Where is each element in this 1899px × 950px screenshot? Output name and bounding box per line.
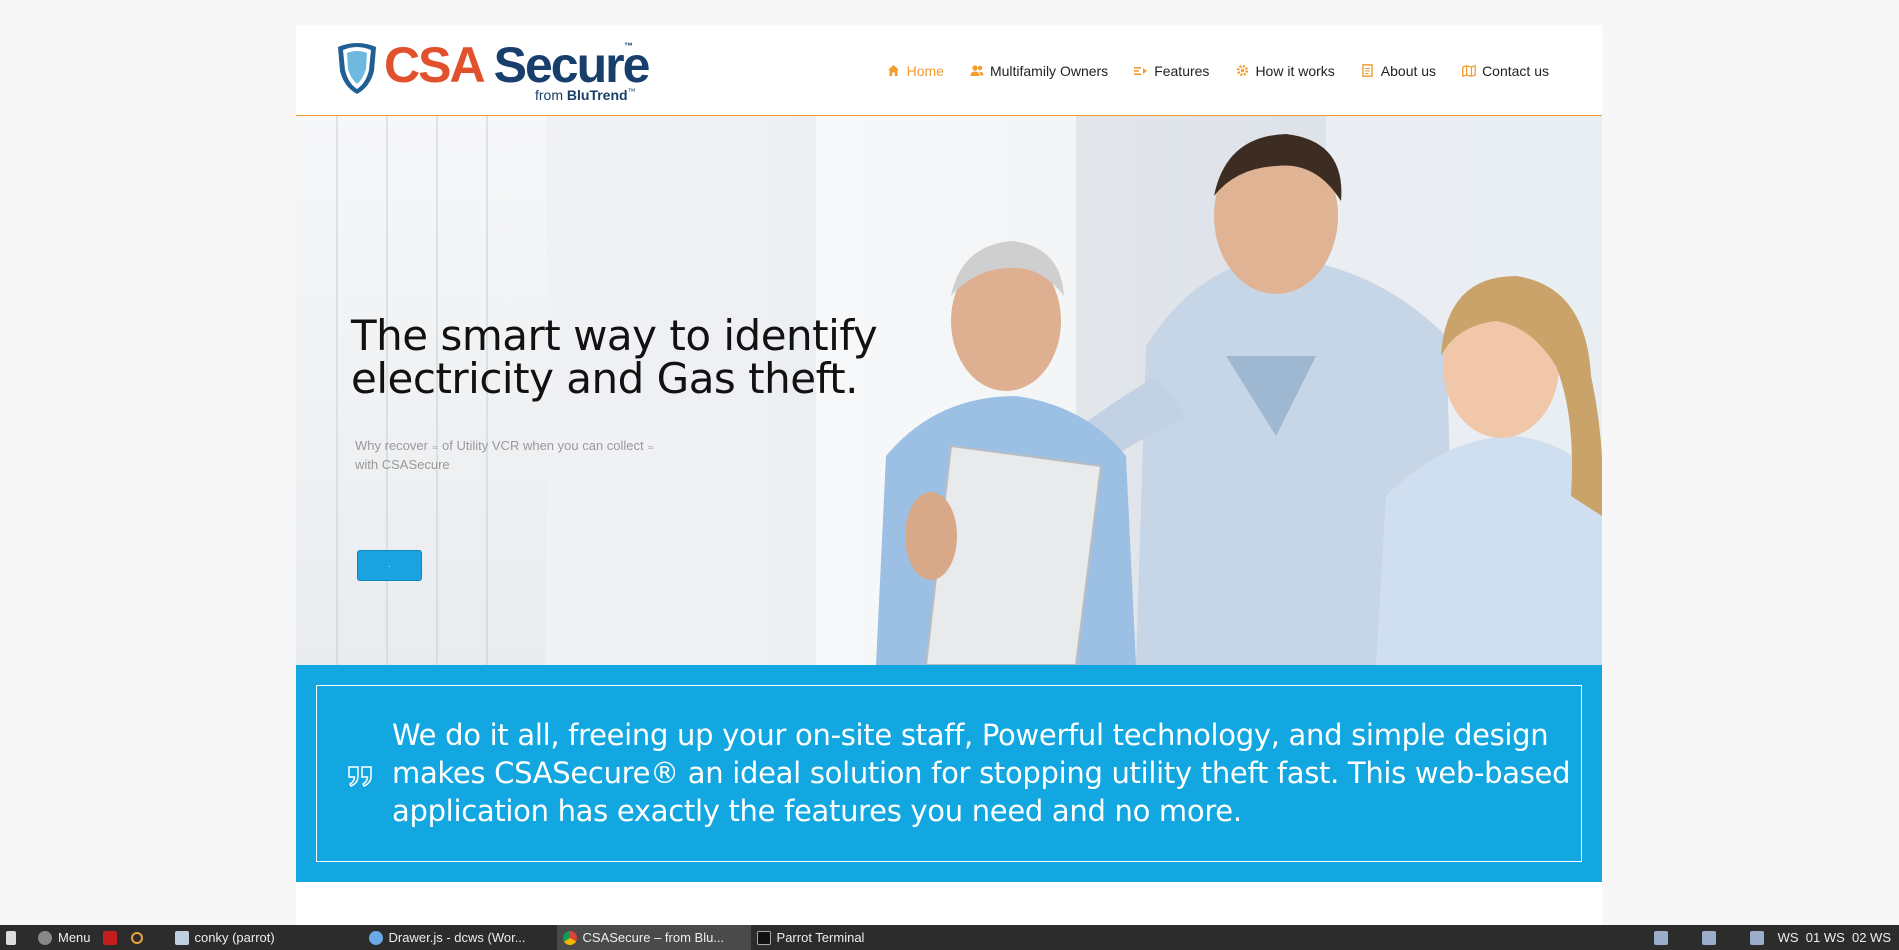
system-tray: WS 01 WS 02 WS [1653, 925, 1891, 950]
hero-section: The smart way to identify electricity an… [296, 116, 1602, 665]
document-icon [1361, 64, 1375, 78]
hero-subtitle: Why recover ₌ of Utility VCR when you ca… [355, 438, 655, 472]
logo-trademark: ™ [624, 41, 633, 51]
nav-item-how-it-works[interactable]: How it works [1222, 25, 1347, 116]
main-nav: Home Multifamily Owners Features How it … [873, 25, 1562, 120]
logo-from: from [535, 87, 567, 103]
shield-logo-icon [338, 43, 376, 94]
features-icon [1134, 64, 1148, 78]
quote-text: We do it all, freeing up your on-site st… [392, 718, 1571, 828]
nav-item-contact-us[interactable]: Contact us [1449, 25, 1562, 116]
taskbar-window-label: Parrot Terminal [776, 930, 865, 945]
taskbar-window-label: conky (parrot) [194, 930, 275, 945]
desktop-icon [6, 930, 16, 945]
hero-bg-blind [336, 116, 338, 665]
map-icon [1462, 64, 1476, 78]
nav-label-features: Features [1154, 62, 1210, 79]
taskbar-window-label: CSASecure – from Blu... [582, 930, 725, 945]
quote-frame: We do it all, freeing up your on-site st… [316, 685, 1582, 862]
chrome-icon [562, 930, 577, 945]
start-menu-label: Menu [58, 930, 91, 945]
nav-item-multifamily-owners[interactable]: Multifamily Owners [957, 25, 1121, 116]
gear-icon [1235, 64, 1249, 78]
printer-icon[interactable] [1701, 930, 1716, 945]
taskbar-window-label: Drawer.js - dcws (Wor... [388, 930, 526, 945]
filezilla-launcher[interactable] [97, 925, 125, 950]
taskbar-window-csasecure[interactable]: CSASecure – from Blu... [556, 925, 751, 950]
network-icon[interactable] [1653, 930, 1668, 945]
logo-wordmark: CSA Secure [384, 37, 650, 93]
logo-tagline: from BluTrend™ [535, 87, 636, 103]
users-icon [970, 64, 984, 78]
nav-label-contact-us: Contact us [1482, 62, 1549, 79]
nav-label-home: Home [906, 62, 944, 79]
nav-item-about-us[interactable]: About us [1348, 25, 1449, 116]
taskbar-window-terminal[interactable]: Parrot Terminal [751, 925, 945, 950]
workspace-switcher[interactable]: WS 01 WS 02 WS [1778, 930, 1891, 945]
os-taskbar: Menu conky (parrot) Drawer.js - dcws (Wo… [0, 925, 1899, 950]
search-launcher[interactable] [125, 925, 169, 950]
quote-band: We do it all, freeing up your on-site st… [296, 665, 1602, 882]
hero-cta-button[interactable]: · [357, 550, 422, 581]
search-icon [130, 931, 143, 944]
logo-company: BluTrend [566, 87, 628, 103]
quote-icon [347, 756, 373, 796]
nav-label-multifamily-owners: Multifamily Owners [989, 62, 1109, 79]
show-desktop-button[interactable] [0, 925, 32, 950]
keyboard-icon[interactable] [1749, 930, 1764, 945]
logo-csa: CSA [384, 37, 484, 93]
nav-label-how-it-works: How it works [1255, 62, 1335, 79]
taskbar-window-conky[interactable]: conky (parrot) [169, 925, 363, 950]
start-menu-button[interactable]: Menu [32, 925, 97, 950]
logo-company-tm: ™ [627, 87, 636, 96]
nav-item-home[interactable]: Home [873, 25, 958, 120]
nav-label-about-us: About us [1380, 62, 1437, 79]
window-icon [174, 930, 189, 945]
site-logo[interactable]: CSA Secure ™ from BluTrend™ [336, 37, 650, 107]
page-container: CSA Secure ™ from BluTrend™ Home Multifa… [296, 25, 1602, 925]
site-header: CSA Secure ™ from BluTrend™ Home Multifa… [296, 25, 1602, 120]
hero-title: The smart way to identify electricity an… [351, 311, 878, 403]
parrot-logo-icon [38, 930, 52, 945]
editor-icon [368, 930, 383, 945]
filezilla-icon [102, 930, 117, 945]
taskbar-window-drawer[interactable]: Drawer.js - dcws (Wor... [363, 925, 557, 950]
home-icon [887, 64, 901, 78]
nav-item-features[interactable]: Features [1121, 25, 1222, 116]
terminal-icon [756, 930, 771, 945]
